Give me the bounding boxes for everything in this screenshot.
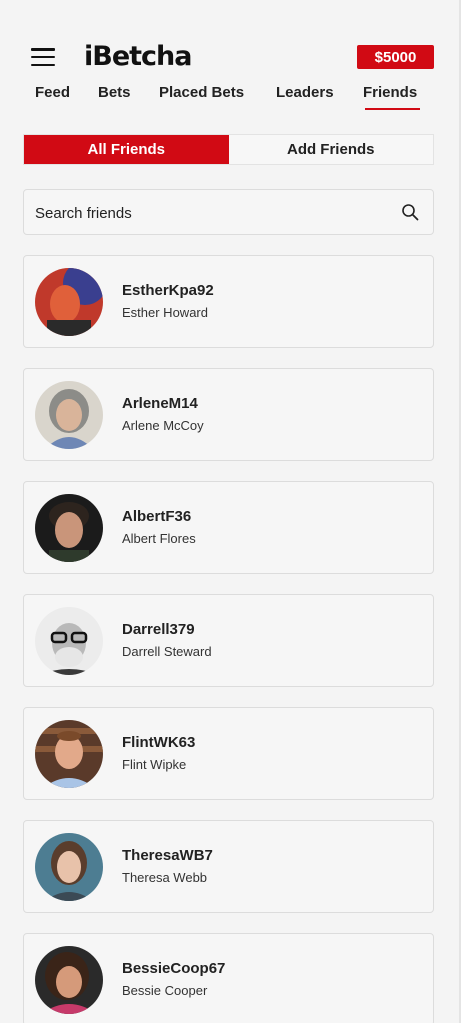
friend-name: Bessie Cooper — [122, 983, 208, 998]
app-logo: iBetcha — [84, 41, 192, 72]
avatar — [35, 268, 103, 336]
tab-leaders[interactable]: Leaders — [276, 83, 334, 103]
main-nav: Feed Bets Placed Bets Leaders Friends — [0, 83, 461, 111]
search-icon[interactable] — [401, 203, 419, 221]
friend-username: FlintWK63 — [122, 734, 196, 751]
tab-friends[interactable]: Friends — [363, 83, 421, 110]
friend-name: Darrell Steward — [122, 644, 212, 659]
friend-name: Esther Howard — [122, 305, 208, 320]
add-friends-button[interactable]: Add Friends — [229, 135, 434, 164]
friend-card[interactable]: ArleneM14 Arlene McCoy — [23, 368, 434, 461]
friend-username: BessieCoop67 — [122, 960, 226, 977]
friend-username: AlbertF36 — [122, 508, 192, 525]
avatar — [35, 720, 103, 788]
friend-name: Theresa Webb — [122, 870, 208, 885]
avatar — [35, 833, 103, 901]
friend-username: EstherKpa92 — [122, 282, 214, 299]
friend-card[interactable]: FlintWK63 Flint Wipke — [23, 707, 434, 800]
all-friends-button[interactable]: All Friends — [24, 135, 229, 164]
tab-placed-bets[interactable]: Placed Bets — [159, 83, 244, 103]
friend-username: TheresaWB7 — [122, 847, 213, 864]
top-bar: iBetcha $5000 — [0, 40, 461, 74]
avatar — [35, 946, 103, 1014]
friend-card[interactable]: TheresaWB7 Theresa Webb — [23, 820, 434, 913]
hamburger-menu-icon[interactable] — [31, 48, 55, 66]
friend-name: Albert Flores — [122, 531, 196, 546]
friend-name: Arlene McCoy — [122, 418, 204, 433]
tab-bets[interactable]: Bets — [98, 83, 131, 103]
friend-card[interactable]: BessieCoop67 Bessie Cooper — [23, 933, 434, 1023]
friend-card[interactable]: Darrell379 Darrell Steward — [23, 594, 434, 687]
search-box — [23, 189, 434, 235]
avatar — [35, 494, 103, 562]
avatar — [35, 607, 103, 675]
balance-badge[interactable]: $5000 — [357, 45, 434, 69]
friend-name: Flint Wipke — [122, 757, 187, 772]
friend-username: ArleneM14 — [122, 395, 198, 412]
friend-card[interactable]: EstherKpa92 Esther Howard — [23, 255, 434, 348]
friend-card[interactable]: AlbertF36 Albert Flores — [23, 481, 434, 574]
friend-username: Darrell379 — [122, 621, 195, 638]
avatar — [35, 381, 103, 449]
friends-segment-control: All Friends Add Friends — [23, 134, 434, 165]
tab-feed[interactable]: Feed — [35, 83, 70, 103]
search-input[interactable] — [35, 202, 375, 224]
